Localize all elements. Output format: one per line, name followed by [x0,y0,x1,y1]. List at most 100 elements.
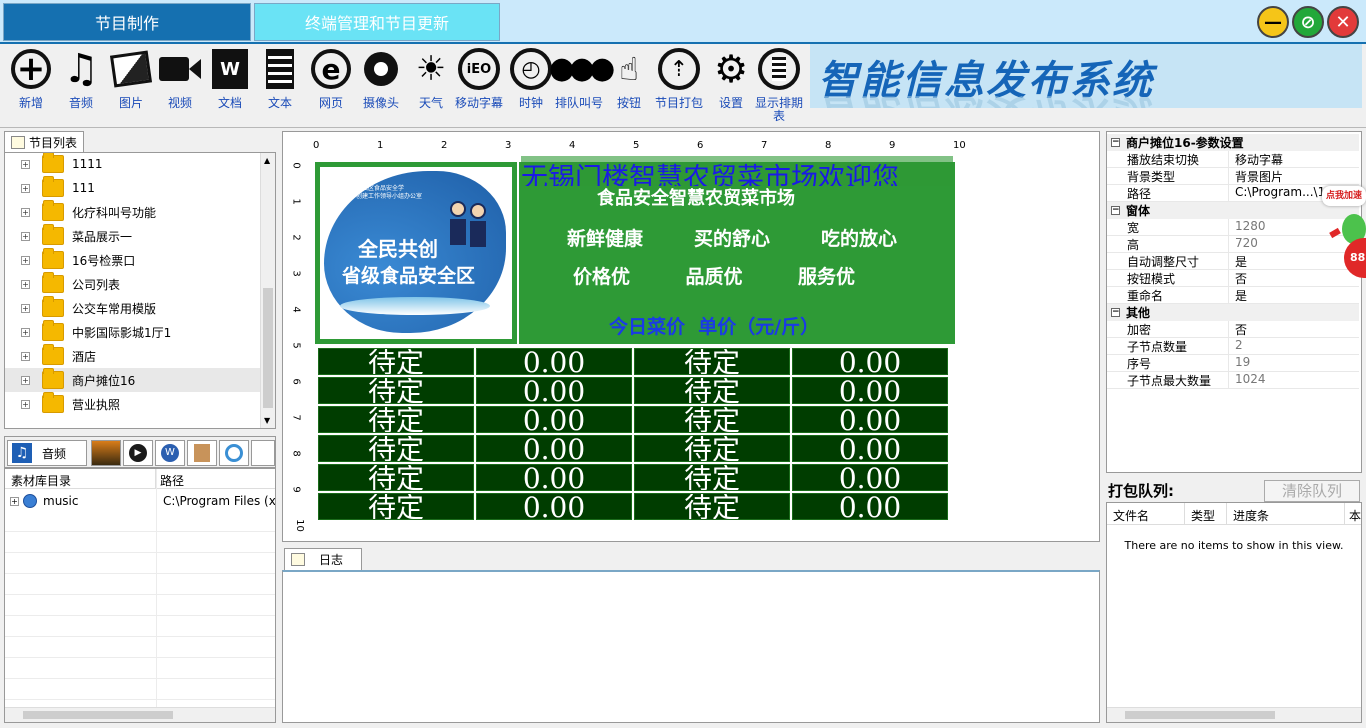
expand-icon[interactable]: + [21,279,30,289]
toolbar-button-camera[interactable]: 摄像头 [356,46,406,126]
tree-item[interactable]: + 中影国际影城1厅1 [5,320,260,344]
property-row[interactable]: 序号 19 [1107,355,1359,372]
toolbar-button-add[interactable]: + 新增 [6,46,56,126]
tree-scrollbar[interactable]: ▲ ▼ [260,153,275,428]
toolbar-button-button[interactable]: ☝ 按钮 [604,46,654,126]
media-tab-audio[interactable]: ♫ 音频 [7,440,87,466]
property-header[interactable]: − 商户摊位16-参数设置 [1107,134,1359,151]
expand-icon[interactable]: + [21,159,30,169]
toolbar-button-picture[interactable]: 图片 [106,46,156,126]
tree-item[interactable]: + 营业执照 [5,392,260,416]
collapse-icon[interactable]: − [1111,308,1120,317]
table-row[interactable]: + music C:\Program Files (x8 [5,491,275,511]
expand-icon[interactable]: + [21,327,30,337]
property-row[interactable]: 高 720 [1107,236,1359,253]
expand-icon[interactable]: + [21,303,30,313]
expand-icon[interactable]: + [21,255,30,265]
toolbar-button-word-doc[interactable]: W 文档 [205,46,255,126]
expand-icon[interactable]: + [21,231,30,241]
toolbar-button-video[interactable]: 视频 [155,46,205,126]
property-value[interactable]: 是 [1229,253,1359,269]
tree-item[interactable]: + 化疗科叫号功能 [5,200,260,224]
clear-queue-button[interactable]: 清除队列 [1264,480,1360,502]
property-row[interactable]: 播放结束切换 移动字幕 [1107,151,1359,168]
collapse-icon[interactable]: − [1111,206,1120,215]
program-list-tab[interactable]: 节目列表 [4,131,85,153]
marquee-text[interactable]: 无锡门楼智慧农贸菜市场欢迎您 [521,156,953,186]
property-value[interactable]: 否 [1229,270,1359,286]
collapse-icon[interactable]: − [1111,138,1120,147]
minimize-button[interactable]: — [1257,6,1289,38]
media-tab-contact-icon[interactable] [187,440,217,466]
property-value[interactable]: 是 [1229,287,1359,303]
property-row[interactable]: 加密否 [1107,321,1359,338]
expand-icon[interactable]: + [21,399,30,409]
tree-item[interactable]: +111 [5,176,260,200]
column-header-path[interactable]: 路径 [156,469,275,488]
property-value[interactable]: 2 [1229,338,1359,354]
expand-icon[interactable]: + [10,496,19,506]
media-hscrollbar[interactable] [5,707,275,722]
speed-up-badge[interactable]: 点我加速 [1322,186,1366,206]
tree-item[interactable]: + 菜品展示一 [5,224,260,248]
scroll-up-icon[interactable]: ▲ [264,156,270,165]
tab-terminal-management[interactable]: 终端管理和节目更新 [254,3,500,41]
preview-screen[interactable]: 梁山区食品安全学 创建工作领导小组办公室 全民共创 省级食品安全区 无锡门楼智慧… [315,156,955,522]
tab-program-production[interactable]: 节目制作 [3,3,251,41]
expand-icon[interactable]: + [21,375,30,385]
logo-frame[interactable]: 梁山区食品安全学 创建工作领导小组办公室 全民共创 省级食品安全区 [315,162,517,344]
toolbar-button-gear[interactable]: ⚙ 设置 [706,46,756,126]
column-filename[interactable]: 文件名 [1107,503,1185,524]
property-row[interactable]: 按钮模式否 [1107,270,1359,287]
media-tab-web-icon[interactable] [219,440,249,466]
tree-item[interactable]: + 公司列表 [5,272,260,296]
column-type[interactable]: 类型 [1185,503,1227,524]
toolbar-button-marquee[interactable]: iEO 移动字幕 [454,46,504,126]
info-panel[interactable]: 无锡门楼智慧农贸菜市场欢迎您 食品安全智慧农贸菜市场 新鲜健康 买的舒心 吃的放… [519,156,955,344]
property-value[interactable]: 移动字幕 [1229,151,1359,167]
log-tab[interactable]: 日志 [284,548,362,570]
tree-scroll-thumb[interactable] [263,288,273,408]
property-group[interactable]: − 其他 [1107,304,1359,321]
expand-icon[interactable]: + [21,207,30,217]
tree-item[interactable]: + 公交车常用模版 [5,296,260,320]
queue-hscrollbar[interactable] [1107,707,1361,722]
scroll-down-icon[interactable]: ▼ [264,416,270,425]
property-row[interactable]: 自动调整尺寸是 [1107,253,1359,270]
tree-item[interactable]: +1111 [5,153,260,176]
tree-item[interactable]: + 商户摊位16 [5,368,260,392]
media-tab-more[interactable] [251,440,275,466]
property-value[interactable]: 1024 [1229,372,1359,388]
toolbar-button-text[interactable]: 文本 [255,46,305,126]
media-hscroll-thumb[interactable] [23,711,173,719]
expand-icon[interactable]: + [21,351,30,361]
toolbar-button-queue[interactable]: ●●● 排队叫号 [549,46,615,126]
property-row[interactable]: 背景类型 背景图片 [1107,168,1359,185]
property-row[interactable]: 重命名是 [1107,287,1359,304]
property-value[interactable]: 否 [1229,321,1359,337]
property-value[interactable]: 19 [1229,355,1359,371]
queue-hscroll-thumb[interactable] [1125,711,1275,719]
tree-item[interactable]: +16号检票口 [5,248,260,272]
column-header-library[interactable]: 素材库目录 [5,469,156,488]
column-more[interactable]: 本 [1345,503,1361,524]
toolbar-button-weather[interactable]: ☀ 天气 [406,46,456,126]
property-row[interactable]: 宽 1280 [1107,219,1359,236]
property-group[interactable]: − 窗体 [1107,202,1359,219]
property-row[interactable]: 子节点最大数量 1024 [1107,372,1359,389]
price-table[interactable]: 待定 0.00 待定 0.00 待定 0.00 待定 0.00 待定 0.00 待定 0.00 待定 0.… [315,346,955,522]
close-button[interactable]: ✕ [1327,6,1359,38]
expand-icon[interactable]: + [21,183,30,193]
tree-item[interactable]: + 酒店 [5,344,260,368]
media-tab-document-icon[interactable]: W [155,440,185,466]
property-value[interactable]: 背景图片 [1229,168,1359,184]
column-progress[interactable]: 进度条 [1227,503,1345,524]
media-tab-picture-icon[interactable] [91,440,121,466]
toolbar-button-music[interactable]: ♫ 音频 [56,46,106,126]
property-row[interactable]: 子节点数量 2 [1107,338,1359,355]
toolbar-button-package[interactable]: ⇡ 节目打包 [654,46,704,126]
toolbar-button-schedule[interactable]: 显示排期表 [754,46,804,126]
toolbar-button-web[interactable]: e 网页 [306,46,356,126]
maximize-button[interactable]: ⊘ [1292,6,1324,38]
media-tab-video-icon[interactable]: ▶ [123,440,153,466]
